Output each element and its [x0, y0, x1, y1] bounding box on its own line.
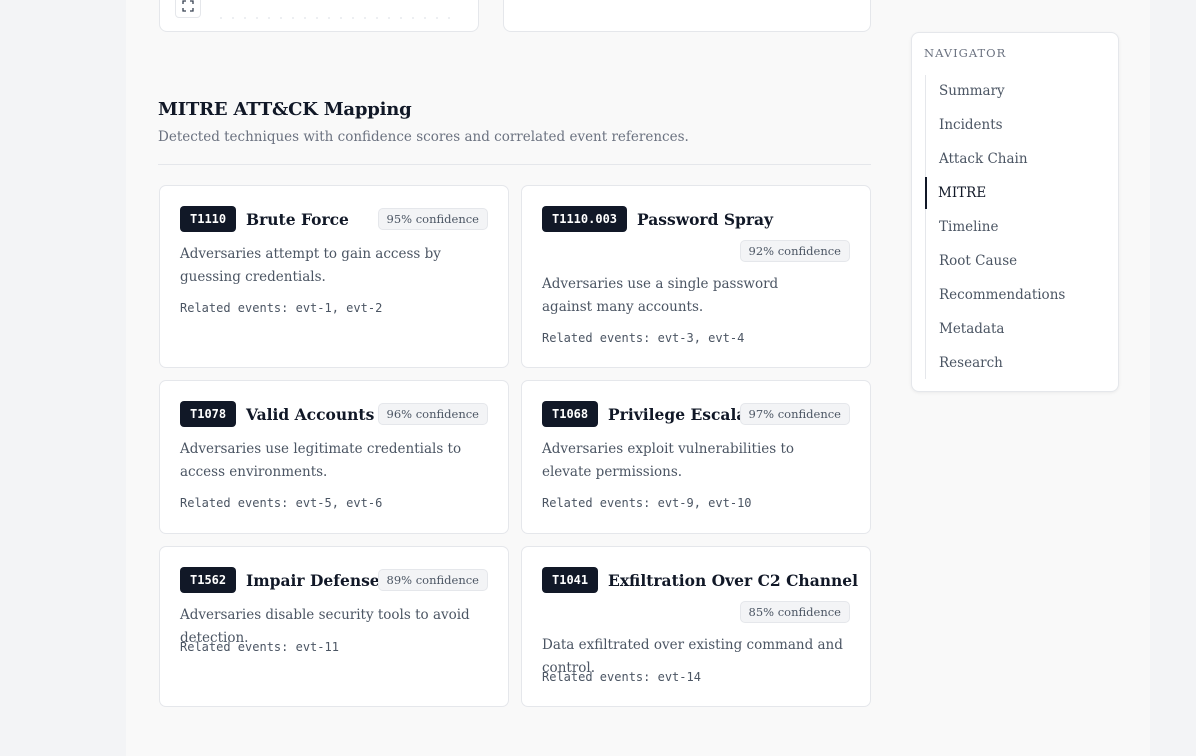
technique-description: Adversaries attempt to gain access by gu… [180, 246, 441, 285]
nav-item-recommendations[interactable]: Recommendations [926, 279, 1106, 311]
technique-name: Password Spray [637, 210, 774, 229]
related-events: Related events: evt-3, evt-4 [542, 331, 745, 345]
nav-item-timeline[interactable]: Timeline [926, 211, 1106, 243]
previous-section-card [503, 0, 871, 32]
technique-name: Exfiltration Over C2 Channel [608, 571, 859, 590]
technique-name: Impair Defenses [246, 571, 389, 590]
related-events: Related events: evt-9, evt-10 [542, 496, 752, 510]
technique-id-badge: T1041 [542, 567, 599, 593]
technique-id-badge: T1068 [542, 401, 599, 427]
confidence-badge: 92% confidence [739, 240, 850, 262]
technique-card-t1068: T1068 Privilege Escalation 97% confidenc… [521, 380, 871, 534]
technique-description: Adversaries use a single password agains… [542, 276, 779, 315]
technique-card-t1562: T1562 Impair Defenses 89% confidence Adv… [159, 546, 509, 707]
technique-description: Adversaries use legitimate credentials t… [180, 441, 462, 480]
expand-icon[interactable] [175, 0, 201, 18]
technique-id-badge: T1078 [180, 401, 237, 427]
nav-item-research[interactable]: Research [926, 347, 1106, 379]
nav-item-mitre[interactable]: MITRE [925, 177, 1105, 209]
confidence-badge: 85% confidence [739, 601, 850, 623]
graph-grid-pattern [215, 14, 455, 22]
confidence-badge: 96% confidence [377, 403, 488, 425]
divider [158, 164, 871, 165]
technique-card-t1041: T1041 Exfiltration Over C2 Channel 85% c… [521, 546, 871, 707]
related-events: Related events: evt-1, evt-2 [180, 301, 383, 315]
nav-item-root-cause[interactable]: Root Cause [926, 245, 1106, 277]
confidence-badge: 89% confidence [377, 569, 488, 591]
navigator-title: NAVIGATOR [924, 46, 1007, 60]
technique-name: Valid Accounts [246, 405, 375, 424]
technique-card-t1110: T1110 Brute Force 95% confidence Adversa… [159, 185, 509, 368]
nav-item-attack-chain[interactable]: Attack Chain [926, 143, 1106, 175]
technique-card-t1078: T1078 Valid Accounts 96% confidence Adve… [159, 380, 509, 534]
section-title: MITRE ATT&CK Mapping [158, 99, 412, 120]
nav-item-summary[interactable]: Summary [926, 75, 1106, 107]
technique-id-badge: T1110 [180, 206, 237, 232]
related-events: Related events: evt-11 [180, 640, 339, 654]
navigator-panel: NAVIGATOR Summary Incidents Attack Chain… [911, 32, 1119, 392]
technique-id-badge: T1110.003 [542, 206, 628, 232]
technique-id-badge: T1562 [180, 567, 237, 593]
related-events: Related events: evt-5, evt-6 [180, 496, 383, 510]
technique-description: Adversaries exploit vulnerabilities to e… [542, 441, 795, 480]
section-description: Detected techniques with confidence scor… [158, 129, 689, 145]
nav-item-incidents[interactable]: Incidents [926, 109, 1106, 141]
technique-card-t1110-003: T1110.003 Password Spray 92% confidence … [521, 185, 871, 368]
related-events: Related events: evt-14 [542, 670, 701, 684]
confidence-badge: 97% confidence [739, 403, 850, 425]
confidence-badge: 95% confidence [377, 208, 488, 230]
nav-item-metadata[interactable]: Metadata [926, 313, 1106, 345]
technique-name: Brute Force [246, 210, 349, 229]
